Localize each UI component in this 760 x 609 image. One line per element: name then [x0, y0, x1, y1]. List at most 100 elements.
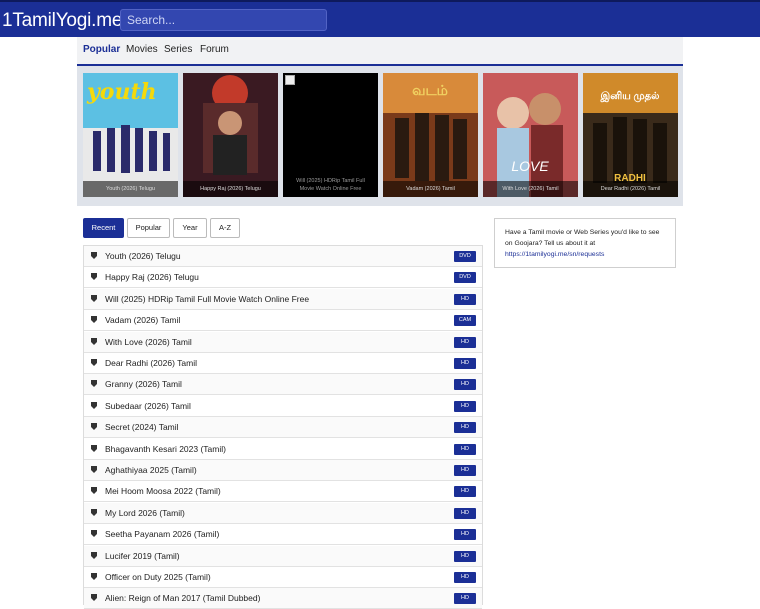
movie-title[interactable]: Aghathiyaa 2025 (Tamil): [105, 465, 197, 475]
movie-list: Youth (2026) Telugu DVD Happy Raj (2026) T…: [83, 245, 483, 609]
tab-recent[interactable]: Recent: [83, 218, 124, 238]
quality-badge: HD: [454, 358, 476, 369]
table-row[interactable]: Happy Raj (2026) Telugu DVD: [84, 267, 482, 289]
pin-icon: [91, 508, 97, 516]
table-row[interactable]: My Lord 2026 (Tamil) HD: [84, 502, 482, 524]
movie-title[interactable]: Happy Raj (2026) Telugu: [105, 272, 199, 282]
table-row[interactable]: Granny (2026) Tamil HD: [84, 374, 482, 396]
poster-caption: Vadam (2026) Tamil: [383, 181, 478, 197]
quality-badge: HD: [454, 422, 476, 434]
table-row[interactable]: Lucifer 2019 (Tamil) HD: [84, 545, 482, 567]
pin-icon: [91, 487, 97, 495]
tab-a-z[interactable]: A-Z: [210, 218, 240, 238]
pin-icon: [91, 359, 97, 366]
poster-art-happy-raj: [183, 73, 278, 197]
movie-title[interactable]: Youth (2026) Telugu: [105, 251, 181, 261]
table-row[interactable]: Aghathiyaa 2025 (Tamil) HD: [84, 460, 482, 481]
movie-title[interactable]: Subedaar (2026) Tamil: [105, 401, 191, 411]
quality-badge: HD: [454, 593, 476, 605]
quality-badge: HD: [454, 465, 476, 476]
main-nav: Popular Movies Series Forum: [77, 37, 683, 66]
table-row[interactable]: Subedaar (2026) Tamil HD: [84, 396, 482, 417]
site-logo[interactable]: 1TamilYogi.me: [2, 10, 122, 32]
nav-forum[interactable]: Forum: [200, 44, 229, 55]
featured-poster[interactable]: LOVE With Love (2026) Tamil: [483, 73, 578, 197]
table-row[interactable]: Secret (2024) Tamil HD: [84, 417, 482, 439]
table-row[interactable]: Bhagavanth Kesari 2023 (Tamil) HD: [84, 439, 482, 460]
tab-popular[interactable]: Popular: [127, 218, 170, 238]
top-header: 1TamilYogi.me: [0, 0, 760, 37]
table-row[interactable]: Seetha Payanam 2026 (Tamil) HD: [84, 524, 482, 546]
pin-icon: [91, 444, 97, 452]
movie-title[interactable]: Officer on Duty 2025 (Tamil): [105, 572, 211, 582]
quality-badge: HD: [454, 507, 476, 519]
featured-poster[interactable]: வடம் Vadam (2026) Tamil: [383, 73, 478, 197]
svg-text:வடம்: வடம்: [412, 82, 448, 98]
movie-title[interactable]: Mei Hoom Moosa 2022 (Tamil): [105, 486, 221, 496]
pin-icon: [91, 466, 97, 473]
featured-poster[interactable]: youth Youth (2026) Telugu: [83, 73, 178, 197]
quality-badge: HD: [454, 293, 476, 305]
featured-poster[interactable]: Will (2025) HDRip Tamil Full Movie Watch…: [283, 73, 378, 197]
poster-caption: Happy Raj (2026) Telugu: [183, 181, 278, 197]
request-text: Have a Tamil movie or Web Series you'd l…: [505, 229, 660, 247]
quality-badge: HD: [454, 379, 476, 391]
movie-title[interactable]: Secret (2024) Tamil: [105, 422, 179, 432]
quality-badge: DVD: [454, 251, 476, 262]
quality-badge: HD: [454, 400, 476, 412]
quality-badge: HD: [454, 550, 476, 562]
movie-title[interactable]: My Lord 2026 (Tamil): [105, 508, 185, 518]
movie-title[interactable]: Will (2025) HDRip Tamil Full Movie Watch…: [105, 294, 309, 304]
nav-movies[interactable]: Movies: [126, 44, 158, 55]
table-row[interactable]: Will (2025) HDRip Tamil Full Movie Watch…: [84, 288, 482, 310]
pin-icon: [91, 252, 97, 259]
movie-title[interactable]: Alien: Reign of Man 2017 (Tamil Dubbed): [105, 593, 260, 603]
movie-title[interactable]: Bhagavanth Kesari 2023 (Tamil): [105, 444, 226, 454]
poster-art-with-love: LOVE: [483, 73, 578, 197]
movie-title[interactable]: Vadam (2026) Tamil: [105, 315, 180, 325]
table-row[interactable]: Mei Hoom Moosa 2022 (Tamil) HD: [84, 481, 482, 503]
table-row[interactable]: Alien: Reign of Man 2017 (Tamil Dubbed) H…: [84, 588, 482, 609]
nav-popular[interactable]: Popular: [83, 44, 120, 55]
tab-year[interactable]: Year: [173, 218, 207, 238]
table-row[interactable]: Officer on Duty 2025 (Tamil) HD: [84, 567, 482, 588]
search-input[interactable]: [120, 9, 327, 31]
quality-badge: DVD: [454, 272, 476, 284]
quality-badge: CAM: [454, 315, 476, 327]
movie-title[interactable]: Dear Radhi (2026) Tamil: [105, 358, 197, 368]
movie-title[interactable]: Granny (2026) Tamil: [105, 379, 182, 389]
featured-strip: youth Youth (2026) Telugu Happy Raj (202…: [77, 66, 683, 206]
poster-caption: Will (2025) HDRip Tamil Full Movie Watch…: [296, 178, 365, 192]
quality-badge: HD: [454, 486, 476, 498]
pin-icon: [91, 594, 97, 602]
pin-icon: [91, 294, 97, 302]
pin-icon: [91, 530, 97, 538]
quality-badge: HD: [454, 443, 476, 455]
featured-poster[interactable]: Happy Raj (2026) Telugu: [183, 73, 278, 197]
pin-icon: [91, 551, 97, 559]
table-row[interactable]: Dear Radhi (2026) Tamil HD: [84, 353, 482, 374]
pin-icon: [91, 573, 97, 580]
pin-icon: [91, 273, 97, 281]
poster-caption: With Love (2026) Tamil: [483, 181, 578, 197]
table-row[interactable]: Youth (2026) Telugu DVD: [84, 246, 482, 267]
pin-icon: [91, 401, 97, 409]
table-row[interactable]: With Love (2026) Tamil HD: [84, 331, 482, 353]
poster-caption: Youth (2026) Telugu: [83, 181, 178, 197]
movie-title[interactable]: With Love (2026) Tamil: [105, 337, 192, 347]
pin-icon: [91, 337, 97, 345]
table-row[interactable]: Vadam (2026) Tamil CAM: [84, 310, 482, 332]
nav-series[interactable]: Series: [164, 44, 192, 55]
poster-art-dear-radhi: இனிய முதல் RADHI: [583, 73, 678, 197]
movie-title[interactable]: Lucifer 2019 (Tamil): [105, 551, 180, 561]
request-link[interactable]: https://1tamilyogi.me/sn/requests: [505, 249, 665, 260]
quality-badge: HD: [454, 572, 476, 583]
movie-title[interactable]: Seetha Payanam 2026 (Tamil): [105, 529, 219, 539]
poster-art-vadam: வடம்: [383, 73, 478, 197]
quality-badge: HD: [454, 529, 476, 541]
pin-icon: [91, 316, 97, 324]
pin-icon: [91, 423, 97, 431]
pin-icon: [91, 380, 97, 388]
featured-poster[interactable]: இனிய முதல் RADHI Dear Radhi (2026) Tamil: [583, 73, 678, 197]
poster-caption: Dear Radhi (2026) Tamil: [583, 181, 678, 197]
